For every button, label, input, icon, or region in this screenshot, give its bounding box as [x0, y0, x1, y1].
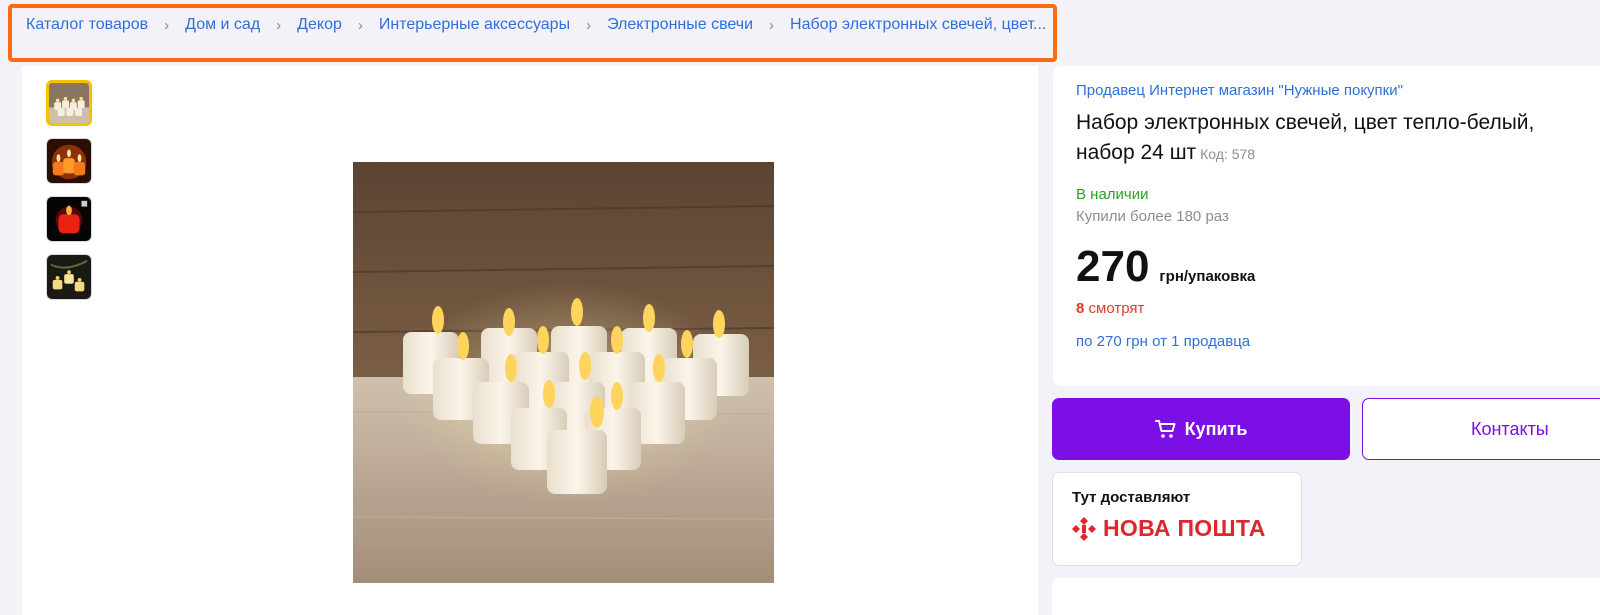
- offers-link[interactable]: по 270 грн от 1 продавца: [1076, 333, 1250, 350]
- product-title: Набор электронных свечей, цвет тепло-бел…: [1076, 108, 1576, 169]
- breadcrumb-item-current-product[interactable]: Набор электронных свечей, цвет...: [790, 16, 1046, 34]
- price-block: 270 грн/упаковка: [1076, 242, 1255, 292]
- cart-icon: [1154, 420, 1176, 438]
- delivery-label: Тут доставляют: [1072, 489, 1191, 506]
- buy-button[interactable]: Купить: [1052, 398, 1350, 460]
- breadcrumb-item-decor[interactable]: Декор: [297, 16, 342, 34]
- thumbnail-list: [46, 80, 92, 312]
- nova-poshta-logo: НОВА ПОШТА: [1071, 515, 1266, 542]
- chevron-right-icon: ›: [586, 16, 592, 34]
- breadcrumb-item-catalog[interactable]: Каталог товаров: [26, 16, 148, 34]
- stock-status: В наличии: [1076, 186, 1149, 203]
- contacts-button[interactable]: Контакты: [1362, 398, 1600, 460]
- header-spacer: [1064, 6, 1600, 56]
- nova-poshta-icon: [1072, 516, 1096, 541]
- thumbnail-4[interactable]: [46, 254, 92, 300]
- breadcrumb-item-electronic-candles[interactable]: Электронные свечи: [607, 16, 753, 34]
- breadcrumb: Каталог товаров › Дом и сад › Декор › Ин…: [26, 16, 1046, 34]
- buy-button-label: Купить: [1184, 418, 1248, 439]
- breadcrumb-highlight: Каталог товаров › Дом и сад › Декор › Ин…: [8, 4, 1057, 62]
- breadcrumb-item-interior-accessories[interactable]: Интерьерные аксессуары: [379, 16, 570, 34]
- seller-link[interactable]: Продавец Интернет магазин "Нужные покупк…: [1076, 82, 1403, 99]
- delivery-card: Тут доставляют НОВА ПОШТА: [1052, 472, 1302, 566]
- contacts-button-label: Контакты: [1471, 418, 1549, 439]
- product-gallery: [22, 66, 1038, 615]
- purchase-count: Купили более 180 раз: [1076, 208, 1229, 225]
- product-main-image[interactable]: [353, 162, 774, 583]
- secondary-card: [1052, 578, 1600, 615]
- thumbnail-1[interactable]: [46, 80, 92, 126]
- price-unit: грн/упаковка: [1159, 268, 1256, 285]
- watchers-info: 8 смотрят: [1076, 300, 1144, 317]
- chevron-right-icon: ›: [357, 16, 363, 34]
- thumbnail-2[interactable]: [46, 138, 92, 184]
- watchers-label: смотрят: [1088, 300, 1145, 317]
- chevron-right-icon: ›: [769, 16, 775, 34]
- product-info-card: Продавец Интернет магазин "Нужные покупк…: [1053, 66, 1600, 386]
- thumbnail-3[interactable]: [46, 196, 92, 242]
- chevron-right-icon: ›: [164, 16, 170, 34]
- watchers-count: 8: [1076, 300, 1085, 317]
- product-code: Код: 578: [1200, 146, 1256, 162]
- chevron-right-icon: ›: [276, 16, 282, 34]
- price-value: 270: [1076, 242, 1150, 291]
- nova-poshta-text: НОВА ПОШТА: [1103, 515, 1266, 541]
- product-title-text: Набор электронных свечей, цвет тепло-бел…: [1076, 111, 1535, 164]
- breadcrumb-item-home-garden[interactable]: Дом и сад: [185, 16, 260, 34]
